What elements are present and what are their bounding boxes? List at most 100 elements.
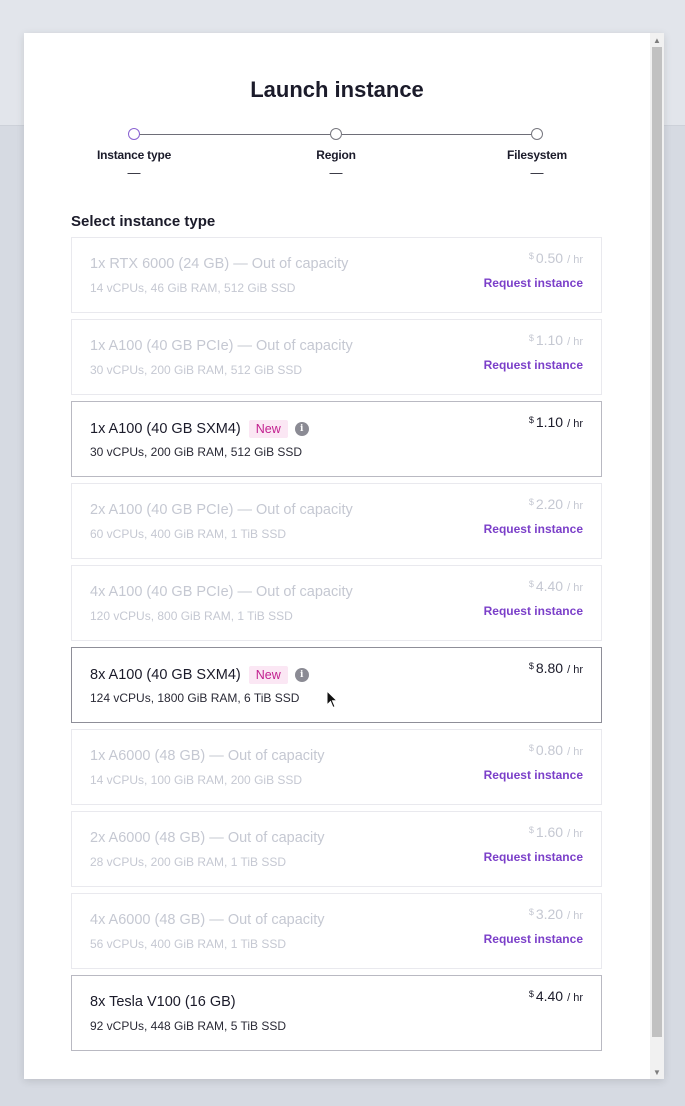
price-amount: 8.80 <box>535 660 564 676</box>
instance-specs: 60 vCPUs, 400 GiB RAM, 1 TiB SSD <box>90 527 287 541</box>
instance-card: 4x A100 (40 GB PCIe) — Out of capacity 12… <box>71 565 602 641</box>
price-unit: / hr <box>567 582 583 594</box>
info-icon[interactable]: i <box>294 668 309 682</box>
request-instance-link[interactable]: Request instance <box>484 768 583 782</box>
step-label: Instance type <box>96 148 172 162</box>
instance-card: 1x A100 (40 GB PCIe) — Out of capacity 30… <box>71 319 602 395</box>
step-label: Filesystem <box>506 148 568 162</box>
instance-name-row: 4x A100 (40 GB PCIe) — Out of capacity <box>90 584 353 600</box>
price-amount: 2.20 <box>535 496 564 512</box>
instance-card: 2x A100 (40 GB PCIe) — Out of capacity 60… <box>71 483 602 559</box>
step-instance-type: Instance type — <box>74 128 194 180</box>
instance-price: $1.10/ hr <box>529 414 583 430</box>
step-value: — <box>530 165 544 180</box>
new-badge: New <box>248 420 288 438</box>
instance-specs: 14 vCPUs, 100 GiB RAM, 200 GiB SSD <box>90 773 303 787</box>
instance-specs: 30 vCPUs, 200 GiB RAM, 512 GiB SSD <box>90 445 303 459</box>
price-unit: / hr <box>567 746 583 758</box>
instance-card[interactable]: 8x A100 (40 GB SXM4) New i 124 vCPUs, 1800 … <box>71 647 602 723</box>
price-currency: $ <box>528 251 534 261</box>
instance-price: $4.40/ hr <box>529 988 583 1004</box>
price-amount: 1.10 <box>535 414 564 430</box>
scroll-up-arrow-icon[interactable]: ▲ <box>650 33 664 47</box>
instance-price: $4.40/ hr <box>529 578 583 594</box>
instance-name: 1x A100 (40 GB PCIe) — Out of capacity <box>90 338 353 354</box>
request-instance-link[interactable]: Request instance <box>484 604 583 618</box>
instance-name-row: 1x A100 (40 GB PCIe) — Out of capacity <box>90 338 353 354</box>
price-unit: / hr <box>567 664 583 676</box>
step-label: Region <box>316 148 356 162</box>
request-instance-link[interactable]: Request instance <box>484 850 583 864</box>
instance-card[interactable]: 1x A100 (40 GB SXM4) New i 30 vCPUs, 200 Gi… <box>71 401 602 477</box>
new-badge: New <box>248 666 288 684</box>
instance-specs: 56 vCPUs, 400 GiB RAM, 1 TiB SSD <box>90 937 287 951</box>
instance-specs: 14 vCPUs, 46 GiB RAM, 512 GiB SSD <box>90 281 296 295</box>
price-currency: $ <box>528 907 534 917</box>
instance-price: $0.80/ hr <box>529 742 583 758</box>
price-unit: / hr <box>567 418 583 430</box>
scroll-thumb[interactable] <box>652 47 662 1037</box>
price-amount: 1.10 <box>535 332 564 348</box>
price-unit: / hr <box>567 336 583 348</box>
price-unit: / hr <box>567 910 583 922</box>
instance-name: 8x Tesla V100 (16 GB) <box>90 994 236 1010</box>
step-dot <box>330 128 342 140</box>
instance-name: 2x A6000 (48 GB) — Out of capacity <box>90 830 325 846</box>
instance-name: 2x A100 (40 GB PCIe) — Out of capacity <box>90 502 353 518</box>
price-currency: $ <box>528 415 534 425</box>
instance-price: $8.80/ hr <box>529 660 583 676</box>
instance-type-list: 1x RTX 6000 (24 GB) — Out of capacity 14 … <box>71 237 602 1057</box>
instance-name-row: 2x A100 (40 GB PCIe) — Out of capacity <box>90 502 353 518</box>
price-unit: / hr <box>567 828 583 840</box>
instance-name-row: 8x A100 (40 GB SXM4) New i <box>90 666 309 684</box>
instance-name-row: 1x A6000 (48 GB) — Out of capacity <box>90 748 325 764</box>
price-currency: $ <box>528 333 534 343</box>
stepper: Instance type — Region — Filesystem — <box>24 128 650 188</box>
request-instance-link[interactable]: Request instance <box>484 276 583 290</box>
instance-price: $0.50/ hr <box>529 250 583 266</box>
price-currency: $ <box>528 743 534 753</box>
instance-card: 1x RTX 6000 (24 GB) — Out of capacity 14 … <box>71 237 602 313</box>
price-amount: 0.50 <box>535 250 564 266</box>
price-amount: 0.80 <box>535 742 564 758</box>
step-value: — <box>329 165 343 180</box>
price-unit: / hr <box>567 500 583 512</box>
request-instance-link[interactable]: Request instance <box>484 932 583 946</box>
step-dot <box>128 128 140 140</box>
price-amount: 4.40 <box>535 988 564 1004</box>
instance-name-row: 8x Tesla V100 (16 GB) <box>90 994 236 1010</box>
instance-name: 1x A100 (40 GB SXM4) <box>90 421 241 437</box>
mouse-cursor-icon <box>326 690 338 709</box>
instance-specs: 28 vCPUs, 200 GiB RAM, 1 TiB SSD <box>90 855 287 869</box>
step-value: — <box>127 165 141 180</box>
price-currency: $ <box>528 661 534 671</box>
price-currency: $ <box>528 579 534 589</box>
instance-specs: 92 vCPUs, 448 GiB RAM, 5 TiB SSD <box>90 1019 287 1033</box>
instance-price: $3.20/ hr <box>529 906 583 922</box>
request-instance-link[interactable]: Request instance <box>484 358 583 372</box>
price-unit: / hr <box>567 992 583 1004</box>
request-instance-link[interactable]: Request instance <box>484 522 583 536</box>
launch-instance-modal: Launch instance Instance type — Region —… <box>24 33 664 1079</box>
instance-specs: 124 vCPUs, 1800 GiB RAM, 6 TiB SSD <box>90 691 300 705</box>
price-unit: / hr <box>567 254 583 266</box>
instance-card: 1x A6000 (48 GB) — Out of capacity 14 vCP… <box>71 729 602 805</box>
price-currency: $ <box>528 825 534 835</box>
instance-price: $2.20/ hr <box>529 496 583 512</box>
instance-card[interactable]: 8x Tesla V100 (16 GB) 92 vCPUs, 448 GiB R… <box>71 975 602 1051</box>
instance-name: 4x A6000 (48 GB) — Out of capacity <box>90 912 325 928</box>
instance-name: 1x A6000 (48 GB) — Out of capacity <box>90 748 325 764</box>
scrollbar[interactable]: ▲ ▼ <box>650 33 664 1079</box>
info-icon[interactable]: i <box>294 422 309 436</box>
instance-name-row: 4x A6000 (48 GB) — Out of capacity <box>90 912 325 928</box>
scroll-down-arrow-icon[interactable]: ▼ <box>650 1065 664 1079</box>
instance-card: 4x A6000 (48 GB) — Out of capacity 56 vCP… <box>71 893 602 969</box>
section-heading: Select instance type <box>71 213 216 230</box>
price-amount: 4.40 <box>535 578 564 594</box>
price-currency: $ <box>528 989 534 999</box>
instance-name: 4x A100 (40 GB PCIe) — Out of capacity <box>90 584 353 600</box>
instance-name-row: 1x RTX 6000 (24 GB) — Out of capacity <box>90 256 348 272</box>
step-dot <box>531 128 543 140</box>
instance-name: 1x RTX 6000 (24 GB) — Out of capacity <box>90 256 349 272</box>
instance-specs: 120 vCPUs, 800 GiB RAM, 1 TiB SSD <box>90 609 293 623</box>
